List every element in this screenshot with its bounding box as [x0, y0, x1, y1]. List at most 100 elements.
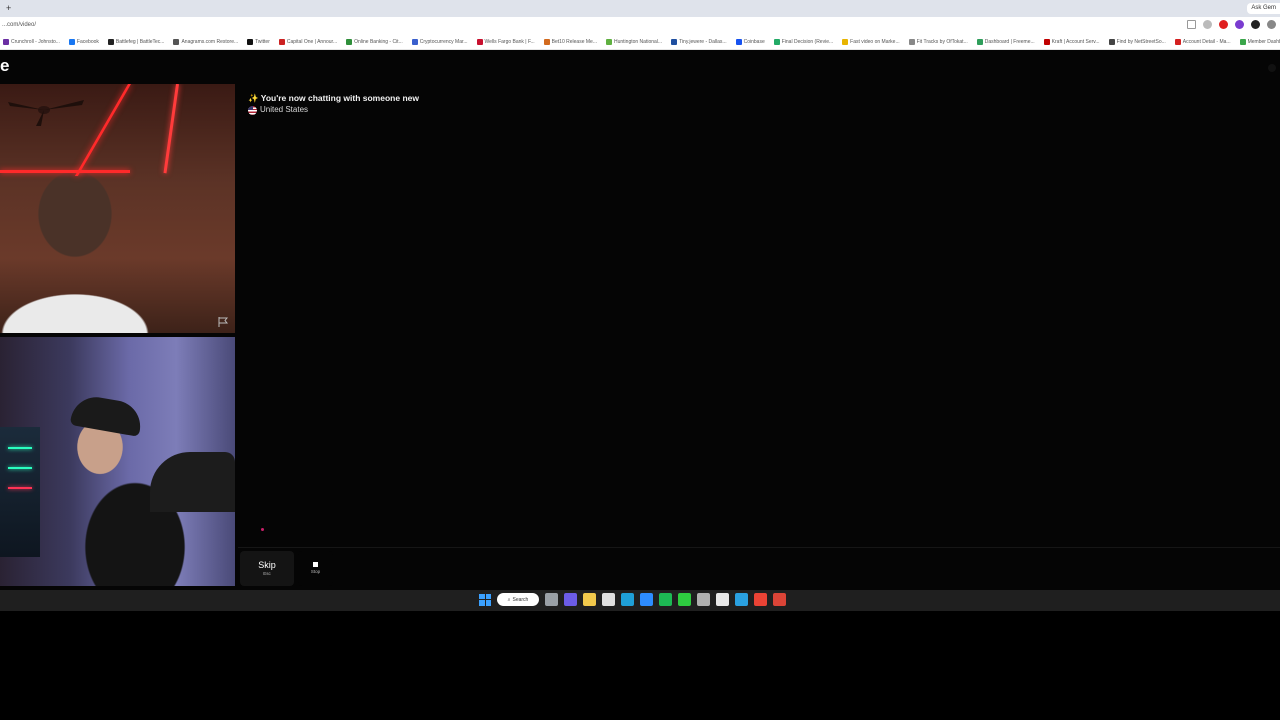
- bookmark-item[interactable]: Battlefeg | BattleTec...: [107, 38, 164, 45]
- bookmark-favicon-icon: [411, 38, 418, 45]
- bookmark-label: Fast video on Marke...: [850, 38, 900, 45]
- task-view-icon[interactable]: [545, 593, 558, 606]
- bookmark-item[interactable]: Final Decision (Revie...: [773, 38, 834, 45]
- bookmark-label: Member Dashboard: [1247, 38, 1280, 45]
- bookmark-item[interactable]: Facebook: [68, 38, 99, 45]
- bookmark-favicon-icon: [976, 38, 983, 45]
- bookmark-item[interactable]: Cryptocurrency Mar...: [411, 38, 468, 45]
- theme-icon[interactable]: [1251, 20, 1260, 29]
- screen: + Ask Gem ...com/video/ Crunchroll - Joh…: [0, 0, 1280, 720]
- new-tab-button[interactable]: +: [6, 2, 11, 14]
- chrome-icon[interactable]: [754, 593, 767, 606]
- bookmark-item[interactable]: Fast video on Marke...: [842, 38, 900, 45]
- bookmark-favicon-icon: [543, 38, 550, 45]
- bookmark-favicon-icon: [278, 38, 285, 45]
- chat-status: ✨ You're now chatting with someone new U…: [248, 93, 419, 116]
- stranger-video: [0, 84, 235, 333]
- bookmark-item[interactable]: Crunchroll - Johnsto...: [3, 38, 60, 45]
- bookmark-favicon-icon: [842, 38, 849, 45]
- edge-icon[interactable]: [621, 593, 634, 606]
- bookmark-label: Cryptocurrency Mar...: [419, 38, 468, 45]
- bookmark-favicon-icon: [68, 38, 75, 45]
- bookmark-favicon-icon: [1174, 38, 1181, 45]
- bookmark-item[interactable]: Fit Tracks by OfTokat...: [908, 38, 968, 45]
- bookmark-favicon-icon: [173, 38, 180, 45]
- video-chat-page: e ✨ You're now chatting with someone new…: [0, 50, 1280, 590]
- bookmark-item[interactable]: Capital One | Annour...: [278, 38, 337, 45]
- extension-icon[interactable]: [1235, 20, 1244, 29]
- bookmark-item[interactable]: Tiny.jewere - Dallas...: [671, 38, 727, 45]
- bookmark-label: Wells Fargo Bank | F...: [484, 38, 535, 45]
- store-icon[interactable]: [602, 593, 615, 606]
- bookmark-label: Coinbase: [743, 38, 765, 45]
- bookmark-favicon-icon: [1239, 38, 1246, 45]
- bookmark-item[interactable]: Wells Fargo Bank | F...: [476, 38, 535, 45]
- led-strip: [0, 170, 130, 173]
- account-icon[interactable]: [1268, 64, 1276, 72]
- outlook-icon[interactable]: [735, 593, 748, 606]
- bookmark-favicon-icon: [107, 38, 114, 45]
- bookmark-item[interactable]: Kraft | Account Serv...: [1043, 38, 1100, 45]
- extension-icon[interactable]: [1219, 20, 1228, 29]
- bookmark-item[interactable]: Bet10 Release Me...: [543, 38, 597, 45]
- chrome-alt-icon[interactable]: [773, 593, 786, 606]
- file-explorer-icon[interactable]: [583, 593, 596, 606]
- bookmark-item[interactable]: Twitter: [247, 38, 270, 45]
- report-flag-icon[interactable]: [217, 316, 229, 328]
- skip-label: Skip: [258, 560, 276, 570]
- bookmark-label: Huntington National...: [613, 38, 663, 45]
- self-video: [0, 337, 235, 586]
- stranger-country: United States: [248, 104, 419, 116]
- bookmark-label: Tiny.jewere - Dallas...: [679, 38, 727, 45]
- search-icon: ⌕: [507, 596, 511, 603]
- pc-case-graphic: [0, 427, 40, 557]
- bookmark-item[interactable]: Find by NetStreetSo...: [1108, 38, 1166, 45]
- bookmark-item[interactable]: Online Banking - Cit...: [346, 38, 403, 45]
- bookmark-item[interactable]: Huntington National...: [605, 38, 663, 45]
- bookmark-label: Anagrams.com Restore...: [181, 38, 239, 45]
- sheets-icon[interactable]: [678, 593, 691, 606]
- url-text[interactable]: ...com/video/: [2, 21, 36, 30]
- bookmark-item[interactable]: Member Dashboard: [1239, 38, 1280, 45]
- extension-icon[interactable]: [1203, 20, 1212, 29]
- bookmark-favicon-icon: [1108, 38, 1115, 45]
- bookmark-item[interactable]: Coinbase: [735, 38, 765, 45]
- site-logo[interactable]: e: [0, 56, 9, 76]
- puzzle-icon[interactable]: [1267, 20, 1276, 29]
- address-bar[interactable]: ...com/video/: [0, 17, 1280, 34]
- bookmark-favicon-icon: [247, 38, 254, 45]
- taskbar-search[interactable]: ⌕ Search: [497, 593, 539, 606]
- bookmark-label: Facebook: [76, 38, 99, 45]
- bookmark-favicon-icon: [735, 38, 742, 45]
- bookmark-label: Crunchroll - Johnsto...: [11, 38, 60, 45]
- us-flag-icon: [248, 105, 257, 115]
- copilot-icon[interactable]: [564, 593, 577, 606]
- twitch-icon[interactable]: [640, 593, 653, 606]
- bookmark-favicon-icon: [605, 38, 612, 45]
- stop-label: Stop: [310, 569, 321, 574]
- chat-status-text: ✨ You're now chatting with someone new: [248, 93, 419, 103]
- bookmark-item[interactable]: Account Detail - Ma...: [1174, 38, 1231, 45]
- bookmarks-bar: Crunchroll - Johnsto... Facebook Battlefeg…: [0, 34, 1280, 50]
- calculator-icon[interactable]: [697, 593, 710, 606]
- skip-shortcut: Esc: [263, 571, 271, 576]
- spotify-icon[interactable]: [659, 593, 672, 606]
- mouse-cursor: [261, 528, 264, 531]
- bookmark-label: Bet10 Release Me...: [551, 38, 597, 45]
- chair-graphic: [150, 452, 235, 512]
- snipping-icon[interactable]: [716, 593, 729, 606]
- skip-button[interactable]: Skip Esc: [240, 551, 294, 586]
- stop-icon: [313, 562, 318, 567]
- bookmark-favicon-icon: [671, 38, 678, 45]
- ceiling-fan-graphic: [8, 100, 84, 126]
- star-icon[interactable]: [1187, 20, 1196, 29]
- bookmark-favicon-icon: [476, 38, 483, 45]
- bookmark-item[interactable]: Dashboard | Freeme...: [976, 38, 1035, 45]
- toolbar-icons: [1187, 20, 1276, 29]
- windows-start-icon[interactable]: [479, 593, 491, 606]
- bookmark-item[interactable]: Anagrams.com Restore...: [173, 38, 239, 45]
- ask-gemini-button[interactable]: Ask Gem: [1247, 3, 1280, 14]
- stop-button[interactable]: Stop: [298, 551, 333, 586]
- bookmark-label: Final Decision (Revie...: [781, 38, 834, 45]
- bookmark-label: Online Banking - Cit...: [354, 38, 403, 45]
